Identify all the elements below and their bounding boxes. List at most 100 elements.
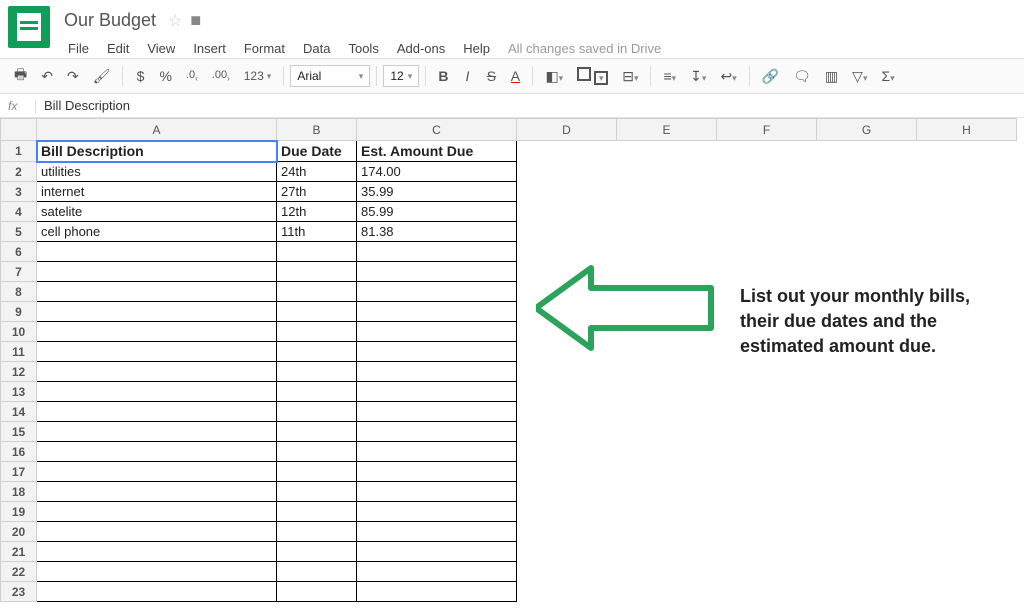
cell-G14[interactable] xyxy=(817,402,917,422)
menu-tools[interactable]: Tools xyxy=(340,37,386,60)
cell-A1[interactable]: Bill Description xyxy=(37,141,277,162)
cell-A20[interactable] xyxy=(37,522,277,542)
cell-E22[interactable] xyxy=(617,562,717,582)
cell-A13[interactable] xyxy=(37,382,277,402)
cell-H13[interactable] xyxy=(917,382,1017,402)
cell-H6[interactable] xyxy=(917,242,1017,262)
cell-E18[interactable] xyxy=(617,482,717,502)
cell-G4[interactable] xyxy=(817,202,917,222)
cell-H22[interactable] xyxy=(917,562,1017,582)
cell-F7[interactable] xyxy=(717,262,817,282)
cell-A11[interactable] xyxy=(37,342,277,362)
cell-C12[interactable] xyxy=(357,362,517,382)
cell-H7[interactable] xyxy=(917,262,1017,282)
cell-E23[interactable] xyxy=(617,582,717,602)
cell-D14[interactable] xyxy=(517,402,617,422)
cell-D18[interactable] xyxy=(517,482,617,502)
cell-C18[interactable] xyxy=(357,482,517,502)
cell-A17[interactable] xyxy=(37,462,277,482)
cell-D4[interactable] xyxy=(517,202,617,222)
cell-B10[interactable] xyxy=(277,322,357,342)
cell-G17[interactable] xyxy=(817,462,917,482)
cell-F12[interactable] xyxy=(717,362,817,382)
font-family-selector[interactable]: Arial▾ xyxy=(290,65,370,87)
cell-E16[interactable] xyxy=(617,442,717,462)
cell-B22[interactable] xyxy=(277,562,357,582)
row-header[interactable]: 16 xyxy=(1,442,37,462)
insert-link-icon[interactable]: 🔗 xyxy=(756,64,785,89)
format-percent-button[interactable]: % xyxy=(153,64,177,88)
row-header[interactable]: 3 xyxy=(1,182,37,202)
insert-chart-icon[interactable]: ▥ xyxy=(819,64,844,89)
select-all-corner[interactable] xyxy=(1,119,37,141)
cell-A7[interactable] xyxy=(37,262,277,282)
cell-H12[interactable] xyxy=(917,362,1017,382)
cell-D23[interactable] xyxy=(517,582,617,602)
row-header[interactable]: 5 xyxy=(1,222,37,242)
cell-F17[interactable] xyxy=(717,462,817,482)
cell-B2[interactable]: 24th xyxy=(277,162,357,182)
cell-F22[interactable] xyxy=(717,562,817,582)
cell-F4[interactable] xyxy=(717,202,817,222)
cell-B20[interactable] xyxy=(277,522,357,542)
cell-G21[interactable] xyxy=(817,542,917,562)
cell-C22[interactable] xyxy=(357,562,517,582)
cell-E6[interactable] xyxy=(617,242,717,262)
cell-D22[interactable] xyxy=(517,562,617,582)
cell-C8[interactable] xyxy=(357,282,517,302)
cell-B9[interactable] xyxy=(277,302,357,322)
row-header[interactable]: 23 xyxy=(1,582,37,602)
fill-color-icon[interactable]: ◧▾ xyxy=(539,64,569,89)
cell-F1[interactable] xyxy=(717,141,817,162)
cell-C11[interactable] xyxy=(357,342,517,362)
cell-G6[interactable] xyxy=(817,242,917,262)
cell-A10[interactable] xyxy=(37,322,277,342)
cell-E1[interactable] xyxy=(617,141,717,162)
cell-G18[interactable] xyxy=(817,482,917,502)
cell-B12[interactable] xyxy=(277,362,357,382)
horizontal-align-icon[interactable]: ≡▾ xyxy=(657,64,682,88)
cell-F6[interactable] xyxy=(717,242,817,262)
cell-E20[interactable] xyxy=(617,522,717,542)
row-header[interactable]: 20 xyxy=(1,522,37,542)
cell-F15[interactable] xyxy=(717,422,817,442)
row-header[interactable]: 9 xyxy=(1,302,37,322)
cell-A8[interactable] xyxy=(37,282,277,302)
menu-view[interactable]: View xyxy=(139,37,183,60)
paint-format-icon[interactable]: 🖌 xyxy=(87,64,117,89)
cell-H23[interactable] xyxy=(917,582,1017,602)
cell-D5[interactable] xyxy=(517,222,617,242)
menu-data[interactable]: Data xyxy=(295,37,338,60)
cell-C1[interactable]: Est. Amount Due xyxy=(357,141,517,162)
cell-C3[interactable]: 35.99 xyxy=(357,182,517,202)
col-header-F[interactable]: F xyxy=(717,119,817,141)
cell-A5[interactable]: cell phone xyxy=(37,222,277,242)
print-icon[interactable]: 🖶 xyxy=(8,60,33,92)
cell-G20[interactable] xyxy=(817,522,917,542)
row-header[interactable]: 10 xyxy=(1,322,37,342)
cell-C13[interactable] xyxy=(357,382,517,402)
cell-G3[interactable] xyxy=(817,182,917,202)
menu-insert[interactable]: Insert xyxy=(185,37,234,60)
row-header[interactable]: 11 xyxy=(1,342,37,362)
cell-B4[interactable]: 12th xyxy=(277,202,357,222)
cell-C21[interactable] xyxy=(357,542,517,562)
cell-C4[interactable]: 85.99 xyxy=(357,202,517,222)
filter-icon[interactable]: ▽▾ xyxy=(846,64,873,89)
cell-H1[interactable] xyxy=(917,141,1017,162)
cell-C2[interactable]: 174.00 xyxy=(357,162,517,182)
row-header[interactable]: 8 xyxy=(1,282,37,302)
menu-file[interactable]: File xyxy=(60,37,97,60)
cell-B13[interactable] xyxy=(277,382,357,402)
cell-C10[interactable] xyxy=(357,322,517,342)
row-header[interactable]: 15 xyxy=(1,422,37,442)
row-header[interactable]: 6 xyxy=(1,242,37,262)
cell-H14[interactable] xyxy=(917,402,1017,422)
cell-H16[interactable] xyxy=(917,442,1017,462)
formula-input[interactable] xyxy=(36,98,1016,113)
cell-D1[interactable] xyxy=(517,141,617,162)
cell-H20[interactable] xyxy=(917,522,1017,542)
text-color-button[interactable]: A xyxy=(504,64,526,88)
cell-B7[interactable] xyxy=(277,262,357,282)
cell-A21[interactable] xyxy=(37,542,277,562)
